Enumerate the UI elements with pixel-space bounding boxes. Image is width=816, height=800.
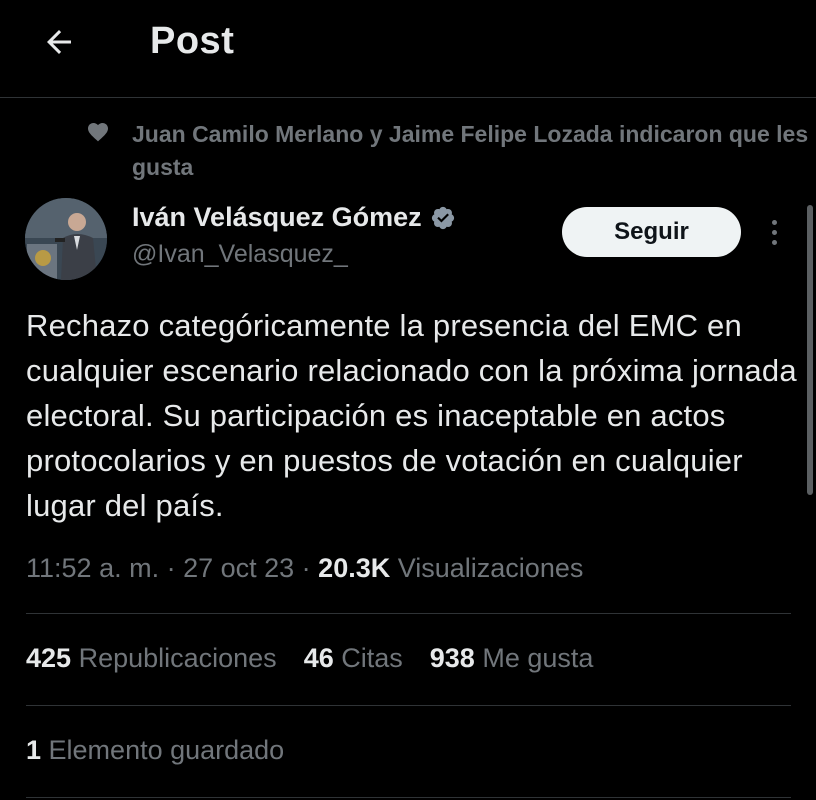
verified-badge-icon[interactable]	[430, 205, 456, 231]
scrollbar[interactable]	[807, 205, 813, 495]
divider	[26, 705, 791, 706]
more-dot	[771, 219, 777, 225]
heart-icon	[88, 123, 108, 142]
avatar[interactable]	[25, 198, 107, 280]
follow-button[interactable]: Seguir	[562, 207, 741, 257]
views-count[interactable]: 20.3K	[318, 553, 390, 583]
meta-separator: ·	[159, 553, 184, 583]
bookmarks-label: Elemento guardado	[41, 735, 285, 765]
likes-label: Me gusta	[474, 643, 594, 673]
author-handle[interactable]: @Ivan_Velasquez_	[132, 240, 348, 269]
reposts-stat[interactable]: 425 Republicaciones	[26, 643, 277, 674]
back-button[interactable]	[36, 20, 82, 64]
reposts-count: 425	[26, 643, 72, 673]
more-vertical-icon[interactable]	[762, 214, 786, 250]
likes-stat[interactable]: 938 Me gusta	[430, 643, 594, 674]
social-context-text: Juan Camilo Merlano y Jaime Felipe Lozad…	[132, 121, 809, 180]
bookmarks-count: 1	[26, 735, 42, 765]
quotes-label: Citas	[333, 643, 403, 673]
author-name-row[interactable]: Iván Velásquez Gómez	[132, 202, 456, 233]
post-text: Rechazo categóricamente la presencia del…	[26, 308, 797, 523]
quotes-count: 46	[303, 643, 334, 673]
social-context[interactable]: Juan Camilo Merlano y Jaime Felipe Lozad…	[86, 118, 811, 184]
author-name[interactable]: Iván Velásquez Gómez	[132, 202, 422, 233]
top-bar: Post	[0, 0, 816, 98]
divider	[26, 613, 791, 614]
quotes-stat[interactable]: 46 Citas	[304, 643, 403, 674]
divider	[26, 797, 791, 798]
post-date[interactable]: 27 oct 23	[183, 553, 294, 583]
views-label: Visualizaciones	[390, 553, 584, 583]
page-title: Post	[150, 20, 235, 62]
post-time[interactable]: 11:52 a. m.	[26, 553, 159, 583]
likes-count: 938	[429, 643, 475, 673]
meta-separator: ·	[294, 553, 319, 583]
bookmarks-stat[interactable]: 1 Elemento guardado	[26, 735, 284, 766]
engagement-stats: 425 Republicaciones 46 Citas 938 Me gust…	[26, 643, 620, 674]
more-dot	[771, 229, 777, 235]
arrow-left-icon	[47, 30, 71, 54]
reposts-label: Republicaciones	[71, 643, 277, 673]
avatar-image	[25, 198, 107, 280]
more-dot	[771, 239, 777, 245]
post-meta: 11:52 a. m. · 27 oct 23 · 20.3K Visualiz…	[26, 553, 583, 584]
